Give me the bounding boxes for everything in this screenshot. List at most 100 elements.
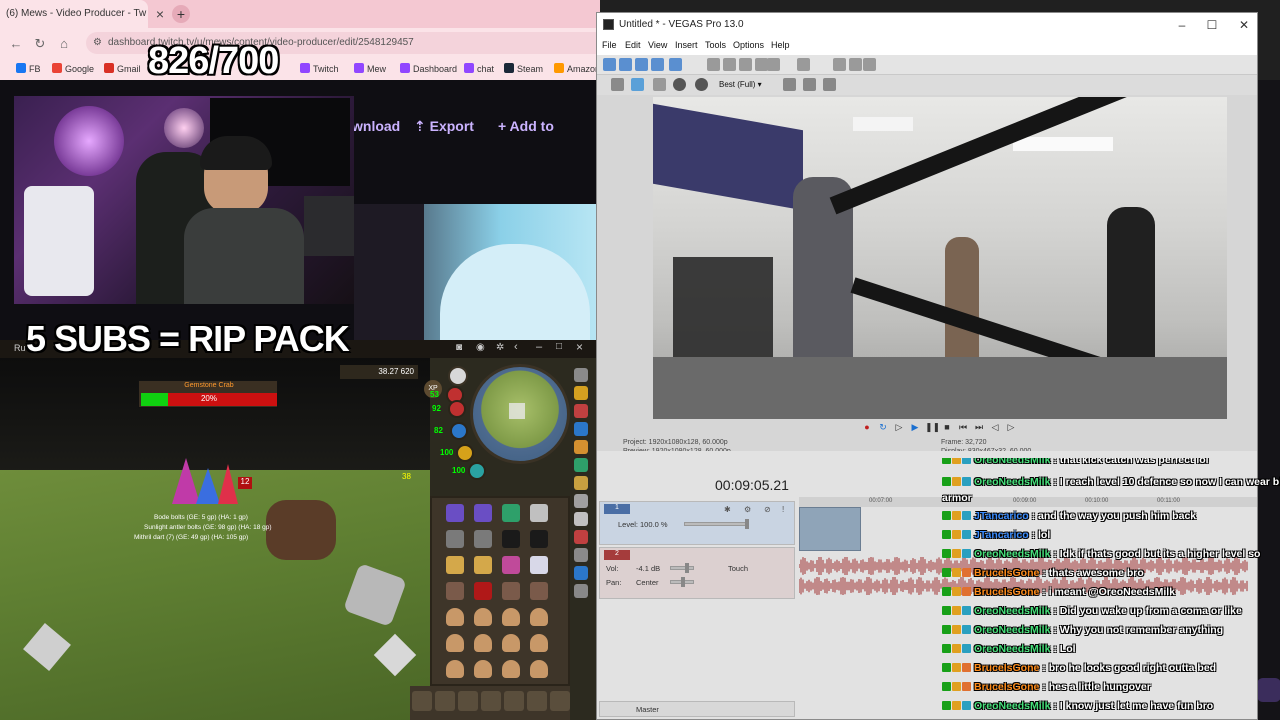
inventory-slot[interactable] <box>474 634 492 652</box>
overlays-icon[interactable] <box>695 78 708 91</box>
settings-icon[interactable]: ✲ <box>496 342 504 353</box>
menu-insert[interactable]: Insert <box>675 40 698 50</box>
normal-edit-tool-icon[interactable] <box>849 58 862 71</box>
stop-icon[interactable]: ■ <box>941 421 953 433</box>
preview-device-icon[interactable] <box>631 78 644 91</box>
plugin-icon[interactable] <box>574 548 588 562</box>
properties-icon[interactable] <box>651 58 664 71</box>
minimize-icon[interactable]: – <box>536 341 542 353</box>
inventory-slot[interactable] <box>502 660 520 678</box>
chat-username[interactable]: BruceIsGone <box>974 681 1039 693</box>
inventory-slot[interactable] <box>502 504 520 522</box>
inventory-slot[interactable] <box>446 504 464 522</box>
plugin-icon[interactable] <box>574 512 588 526</box>
chat-username[interactable]: JTancarico <box>974 529 1029 541</box>
master-bus[interactable]: Master <box>599 701 795 717</box>
game-client[interactable]: Ru ◙ ◉ ✲ ‹ – □ × Gemstone Crab 20% 12 38… <box>0 340 596 720</box>
audio-track-header[interactable]: 2 Vol: -4.1 dB Touch Pan: Center <box>599 547 795 599</box>
pause-icon[interactable]: ❚❚ <box>925 421 940 433</box>
inventory-slot[interactable] <box>446 660 464 678</box>
status-orb[interactable] <box>448 400 466 418</box>
inventory-slot[interactable] <box>530 608 548 626</box>
menu-options[interactable]: Options <box>733 40 764 50</box>
plugin-icon[interactable] <box>574 494 588 508</box>
open-icon[interactable] <box>619 58 632 71</box>
level-slider[interactable] <box>684 519 749 529</box>
inventory-slot[interactable] <box>446 582 464 600</box>
bookmark-mew[interactable]: Mew <box>354 63 386 74</box>
bookmark-steam[interactable]: Steam <box>504 63 543 74</box>
play-icon[interactable]: ▶ <box>909 421 921 433</box>
plugin-icon[interactable] <box>574 476 588 490</box>
preview-quality-select[interactable]: Best (Full) ▾ <box>719 80 762 89</box>
preview-fx-icon[interactable] <box>653 78 666 91</box>
inventory-slot[interactable] <box>530 582 548 600</box>
inventory-slot[interactable] <box>474 556 492 574</box>
inventory-slot[interactable] <box>502 608 520 626</box>
plugin-icon[interactable] <box>574 584 588 598</box>
inventory-slot[interactable] <box>530 556 548 574</box>
bookmark-google[interactable]: Google <box>52 63 94 74</box>
mute-icon[interactable]: ⊘ <box>764 505 771 514</box>
preview-properties-icon[interactable] <box>611 78 624 91</box>
reload-icon[interactable]: ↻ <box>32 36 48 52</box>
status-orb[interactable] <box>468 462 486 480</box>
gemstone-crystal[interactable] <box>218 464 238 504</box>
bookmark-gmail[interactable]: Gmail <box>104 63 141 74</box>
browser-tab[interactable]: (6) Mews - Video Producer - Tw <box>0 0 148 28</box>
close-tab-icon[interactable]: × <box>152 6 168 22</box>
bookmark-twitch[interactable]: Twitch <box>300 63 339 74</box>
plugin-icon[interactable] <box>574 440 588 454</box>
plugin-icon[interactable] <box>574 368 588 382</box>
inventory-slot[interactable] <box>474 504 492 522</box>
interface-tab-icon[interactable] <box>504 691 524 711</box>
bookmark-chat[interactable]: chat <box>464 63 494 74</box>
chat-username[interactable]: OreoNeedsMilk <box>974 605 1050 617</box>
save-snapshot-icon[interactable] <box>823 78 836 91</box>
maximize-icon[interactable]: ☐ <box>1197 16 1227 34</box>
envelope-tool-icon[interactable] <box>863 58 876 71</box>
chat-username[interactable]: OreoNeedsMilk <box>974 548 1050 560</box>
site-info-icon[interactable]: ⚙ <box>93 37 102 48</box>
copy-snapshot-icon[interactable] <box>803 78 816 91</box>
close-icon[interactable]: ✕ <box>1229 16 1257 34</box>
chat-username[interactable]: OreoNeedsMilk <box>974 643 1050 655</box>
new-icon[interactable] <box>603 58 616 71</box>
paste-icon[interactable] <box>739 58 752 71</box>
plugin-icon[interactable] <box>574 422 588 436</box>
back-icon[interactable]: ← <box>8 36 24 52</box>
track-settings-icon[interactable]: ⚙ <box>744 505 751 514</box>
video-clip[interactable] <box>799 507 861 551</box>
inventory-slot[interactable] <box>502 634 520 652</box>
cut-icon[interactable] <box>707 58 720 71</box>
record-icon[interactable]: ● <box>861 421 873 433</box>
minimize-icon[interactable]: – <box>1167 16 1197 34</box>
chat-username[interactable]: BruceIsGone <box>974 567 1039 579</box>
play-from-start-icon[interactable]: ▷ <box>893 421 905 433</box>
interface-tab-icon[interactable] <box>550 691 570 711</box>
inventory-slot[interactable] <box>530 634 548 652</box>
solo-icon[interactable]: ! <box>782 505 784 514</box>
inventory-slot[interactable] <box>474 660 492 678</box>
menu-edit[interactable]: Edit <box>625 40 641 50</box>
inventory-slot[interactable] <box>530 504 548 522</box>
inventory-slot[interactable] <box>530 660 548 678</box>
pan-slider-thumb[interactable] <box>681 577 685 587</box>
inventory-slot[interactable] <box>446 530 464 548</box>
chat-username[interactable]: BruceIsGone <box>974 586 1039 598</box>
snap-icon[interactable] <box>833 58 846 71</box>
redo-icon[interactable] <box>797 58 810 71</box>
bookmark-fb[interactable]: FB <box>16 63 41 74</box>
inventory-slot[interactable] <box>446 608 464 626</box>
inventory-slot[interactable] <box>474 608 492 626</box>
inventory-slot[interactable] <box>446 556 464 574</box>
new-tab-icon[interactable]: + <box>172 5 190 23</box>
automation-mode[interactable]: Touch <box>728 564 748 573</box>
plugin-icon[interactable] <box>574 386 588 400</box>
menu-tools[interactable]: Tools <box>705 40 726 50</box>
next-frame-icon[interactable]: ▷ <box>1005 421 1017 433</box>
minimap[interactable] <box>470 364 570 464</box>
collapse-icon[interactable]: ‹ <box>514 341 518 353</box>
plugin-icon[interactable] <box>574 404 588 418</box>
inventory-slot[interactable] <box>474 582 492 600</box>
